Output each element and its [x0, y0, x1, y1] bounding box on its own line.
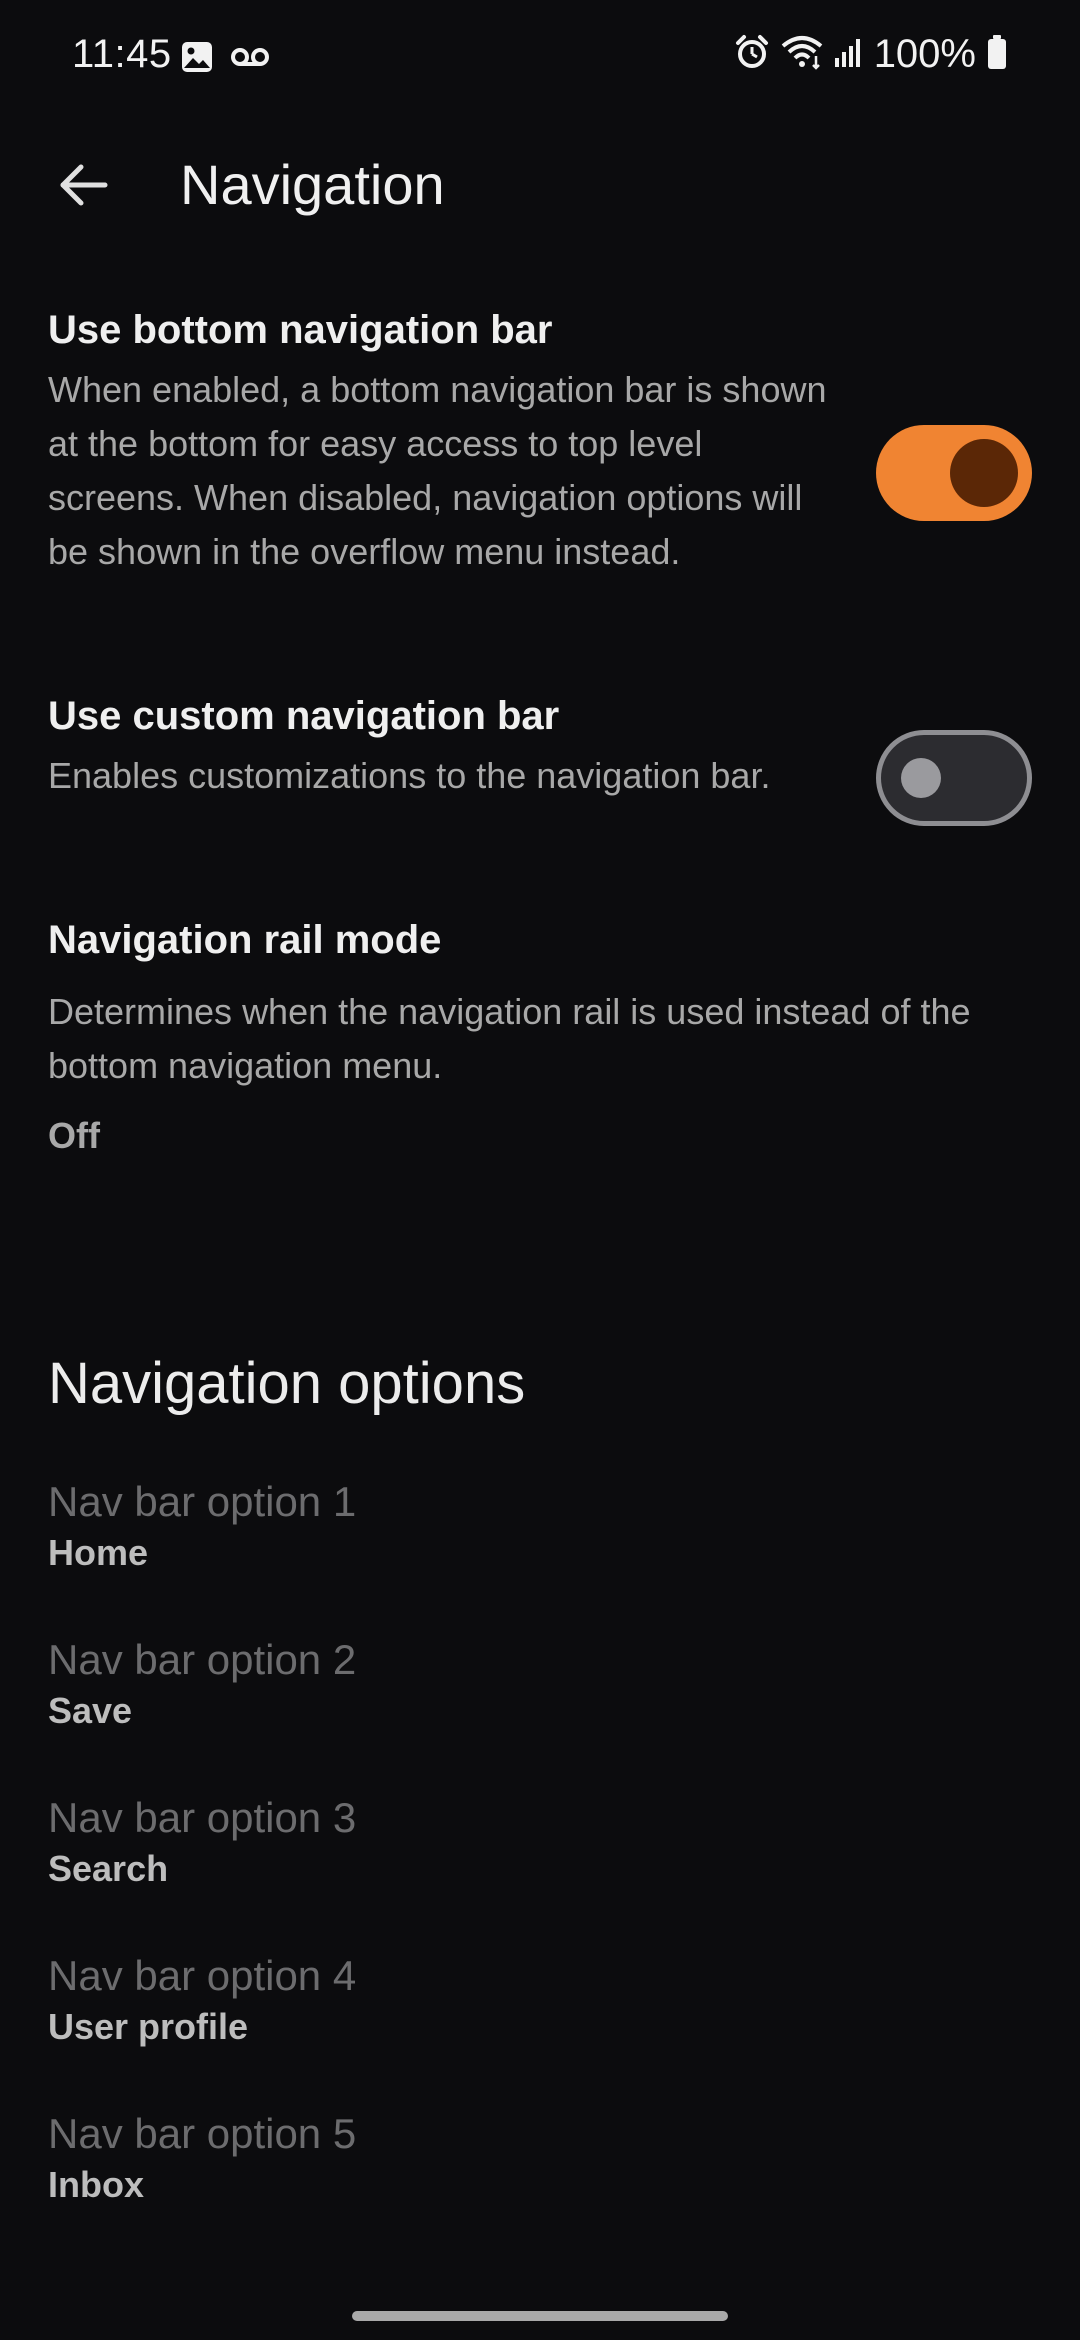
- toggle-thumb: [950, 439, 1018, 507]
- toggle-thumb: [901, 758, 941, 798]
- gesture-handle[interactable]: [352, 2311, 728, 2321]
- status-bar: 11:45 100%: [0, 0, 1080, 110]
- nav-option-3[interactable]: Nav bar option 3 Search: [48, 1794, 356, 1890]
- nav-option-value: Inbox: [48, 2164, 144, 2205]
- setting-value: Off: [48, 1115, 100, 1156]
- page-title: Navigation: [180, 153, 445, 216]
- back-button[interactable]: [48, 152, 118, 222]
- nav-option-label: Nav bar option 2: [48, 1636, 357, 1683]
- nav-option-4[interactable]: Nav bar option 4 User profile: [48, 1952, 356, 2048]
- status-time: 11:45: [72, 32, 172, 76]
- nav-option-2[interactable]: Nav bar option 2 Save: [48, 1636, 356, 1732]
- battery-percent: 100%: [873, 32, 976, 76]
- setting-description: Enables customizations to the navigation…: [48, 755, 771, 796]
- bottom-nav-toggle[interactable]: [876, 425, 1032, 521]
- setting-bottom-nav[interactable]: Use bottom navigation bar When enabled, …: [48, 308, 828, 579]
- arrow-back-icon: [55, 157, 111, 218]
- nav-option-value: User profile: [48, 2006, 249, 2047]
- app-bar: Navigation: [0, 130, 1080, 240]
- nav-option-label: Nav bar option 3: [48, 1794, 357, 1841]
- setting-description: When enabled, a bottom navigation bar is…: [48, 369, 827, 572]
- gallery-icon: [180, 40, 214, 79]
- alarm-icon: [734, 34, 770, 75]
- setting-title: Use bottom navigation bar: [48, 308, 553, 352]
- nav-option-value: Save: [48, 1690, 133, 1731]
- signal-icon: [834, 36, 864, 73]
- nav-option-5[interactable]: Nav bar option 5 Inbox: [48, 2110, 356, 2206]
- setting-custom-nav[interactable]: Use custom navigation bar Enables custom…: [48, 694, 828, 803]
- nav-option-label: Nav bar option 4: [48, 1952, 357, 1999]
- nav-option-label: Nav bar option 1: [48, 1478, 357, 1525]
- status-right-icons: 100%: [734, 32, 1008, 77]
- custom-nav-toggle[interactable]: [876, 730, 1032, 826]
- wifi-icon: [780, 34, 824, 75]
- voicemail-icon: [230, 46, 270, 73]
- setting-rail-mode[interactable]: Navigation rail mode Determines when the…: [48, 918, 1038, 1157]
- nav-option-label: Nav bar option 5: [48, 2110, 357, 2157]
- setting-description: Determines when the navigation rail is u…: [48, 991, 971, 1086]
- setting-title: Navigation rail mode: [48, 918, 442, 962]
- nav-option-value: Search: [48, 1848, 169, 1889]
- nav-option-1[interactable]: Nav bar option 1 Home: [48, 1478, 356, 1574]
- setting-title: Use custom navigation bar: [48, 694, 560, 738]
- nav-option-value: Home: [48, 1532, 149, 1573]
- section-header: Navigation options: [48, 1351, 526, 1416]
- status-left-icons: [180, 40, 270, 79]
- battery-icon: [986, 34, 1008, 75]
